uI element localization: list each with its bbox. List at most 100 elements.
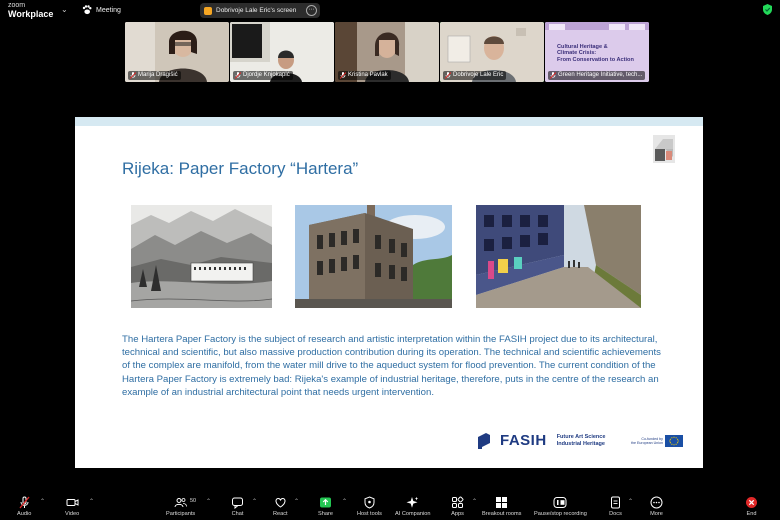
meeting-toolbar: Audio ⌃ Video ⌃ Participants 50 ⌃ Chat ⌃… — [0, 491, 780, 520]
breakout-rooms-icon — [496, 497, 508, 508]
zoom-brand: zoom Workplace — [8, 2, 54, 19]
mic-muted-icon — [19, 496, 30, 509]
react-button[interactable]: React — [273, 491, 288, 520]
participant-tile[interactable]: Marija Dragišić — [125, 22, 229, 82]
fasih-subtitle: Future Art Science Industrial Heritage — [557, 434, 606, 448]
eu-flag-icon — [664, 435, 683, 447]
pause-stop-recording-button[interactable]: Pause/stop recording — [534, 491, 587, 520]
participant-name-tag: Green Heritage Initiative, tech... — [548, 71, 646, 80]
slide-title: Rijeka: Paper Factory “Hartera” — [122, 159, 359, 178]
end-meeting-icon — [746, 497, 757, 508]
apps-button[interactable]: Apps — [451, 491, 464, 520]
ai-companion-label: AI Companion — [395, 511, 431, 517]
apps-options-chevron-up-icon[interactable]: ⌃ — [472, 498, 477, 505]
participant-tile[interactable]: Kristina Pavlak — [335, 22, 439, 82]
fasih-sub-line2: Industrial Heritage — [556, 440, 605, 447]
zoom-window: zoom Workplace ⌄ Meeting Dobrivoje Lale … — [0, 0, 780, 520]
screen-share-indicator[interactable]: Dobrivoje Lale Eric's screen ⋯ — [200, 3, 320, 18]
video-label: Video — [65, 511, 80, 517]
gh-card-text: Cultural Heritage & Climate Crisis: From… — [557, 44, 634, 63]
document-icon — [611, 496, 620, 509]
sparkle-icon — [406, 496, 419, 508]
slide-body-text: The Hartera Paper Factory is the subject… — [122, 334, 661, 398]
participant-name-tag: Marija Dragišić — [128, 71, 181, 80]
slide-corner-logo-icon — [653, 135, 675, 163]
video-camera-icon — [66, 499, 79, 506]
participants-options-chevron-up-icon[interactable]: ⌃ — [206, 498, 211, 505]
audio-button[interactable]: Audio — [17, 491, 31, 520]
participant-tile[interactable]: Djordje Knjokapić — [230, 22, 334, 82]
more-button[interactable]: More — [650, 491, 663, 520]
eu-text: Co-funded by the European Union — [631, 437, 663, 446]
audio-options-chevron-up-icon[interactable]: ⌃ — [40, 498, 45, 505]
fasih-wordmark: FASIH — [500, 432, 547, 449]
share-options-chevron-up-icon[interactable]: ⌃ — [342, 498, 347, 505]
participants-count: 50 — [190, 498, 197, 504]
eu-line2: the European Union — [631, 441, 663, 445]
fasih-logo: FASIH Future Art Science Industrial Heri… — [478, 432, 605, 449]
docs-button[interactable]: Docs — [609, 491, 622, 520]
participants-button[interactable]: Participants — [166, 491, 195, 520]
participant-name: Dobrivoje Lale Eric — [453, 72, 504, 78]
participant-strip: Marija Dragišić Djordje Knjokapić Kristi… — [125, 22, 649, 82]
video-options-chevron-up-icon[interactable]: ⌃ — [89, 498, 94, 505]
video-button[interactable]: Video — [65, 491, 79, 520]
pause-stop-recording-label: Pause/stop recording — [534, 511, 587, 517]
mic-muted-icon — [550, 72, 556, 79]
more-icon — [650, 496, 663, 509]
participant-name-tag: Dobrivoje Lale Eric — [443, 71, 507, 80]
participant-name-tag: Kristina Pavlak — [338, 71, 391, 80]
docs-options-chevron-up-icon[interactable]: ⌃ — [628, 498, 633, 505]
fasih-sub-line1: Future Art Science — [556, 433, 606, 440]
meeting-button[interactable]: Meeting — [82, 5, 121, 15]
brand-chevron-down-icon[interactable]: ⌄ — [61, 5, 68, 14]
mic-muted-icon — [340, 72, 346, 79]
pause-stop-icon — [553, 497, 567, 508]
ai-companion-button[interactable]: AI Companion — [395, 491, 430, 520]
engraving-image — [131, 205, 272, 308]
eu-funding-logo: Co-funded by the European Union — [631, 435, 683, 447]
react-options-chevron-up-icon[interactable]: ⌃ — [294, 498, 299, 505]
end-meeting-button[interactable]: End — [745, 491, 758, 520]
participants-icon — [174, 498, 188, 508]
participant-name: Kristina Pavlak — [348, 72, 388, 78]
breakout-rooms-button[interactable]: Breakout rooms — [482, 491, 521, 520]
participant-name-tag: Djordje Knjokapić — [233, 71, 293, 80]
encryption-shield-icon[interactable] — [763, 4, 772, 15]
apps-label: Apps — [451, 511, 464, 517]
sharer-avatar-icon — [204, 6, 212, 15]
share-label: Share — [318, 511, 333, 517]
more-label: More — [650, 511, 663, 517]
chat-label: Chat — [231, 511, 244, 517]
chat-bubble-icon — [232, 497, 243, 509]
meeting-label: Meeting — [96, 6, 121, 14]
presentation-slide: Rijeka: Paper Factory “Hartera” The Hart… — [75, 117, 703, 468]
host-tools-button[interactable]: Host tools — [357, 491, 382, 520]
participant-tile-active-speaker[interactable]: Dobrivoje Lale Eric — [440, 22, 544, 82]
chat-options-chevron-up-icon[interactable]: ⌃ — [252, 498, 257, 505]
participant-tile[interactable]: Cultural Heritage & Climate Crisis: From… — [545, 22, 649, 82]
brand-line2: Workplace — [8, 9, 54, 19]
heart-react-icon — [275, 497, 286, 508]
chat-button[interactable]: Chat — [231, 491, 244, 520]
paw-icon — [82, 5, 92, 15]
participant-name: Marija Dragišić — [138, 72, 178, 78]
breakout-rooms-label: Breakout rooms — [482, 511, 522, 517]
shared-screen[interactable]: Rijeka: Paper Factory “Hartera” The Hart… — [75, 84, 703, 468]
mic-muted-icon — [130, 72, 136, 79]
factory-building-image — [295, 205, 452, 308]
share-button[interactable]: Share — [318, 491, 333, 520]
share-screen-icon — [319, 497, 331, 508]
docs-label: Docs — [609, 511, 622, 517]
host-tools-label: Host tools — [357, 511, 382, 517]
graffiti-street-image — [476, 205, 641, 308]
shield-icon — [364, 496, 375, 509]
share-options-icon[interactable]: ⋯ — [306, 5, 317, 16]
share-indicator-label: Dobrivoje Lale Eric's screen — [216, 7, 297, 14]
apps-icon — [452, 496, 464, 508]
gh-card-line3: From Conservation to Action — [557, 56, 634, 63]
participant-name: Djordje Knjokapić — [243, 72, 290, 78]
end-label: End — [746, 511, 757, 517]
fasih-mark-icon — [478, 432, 490, 449]
react-label: React — [273, 511, 288, 517]
